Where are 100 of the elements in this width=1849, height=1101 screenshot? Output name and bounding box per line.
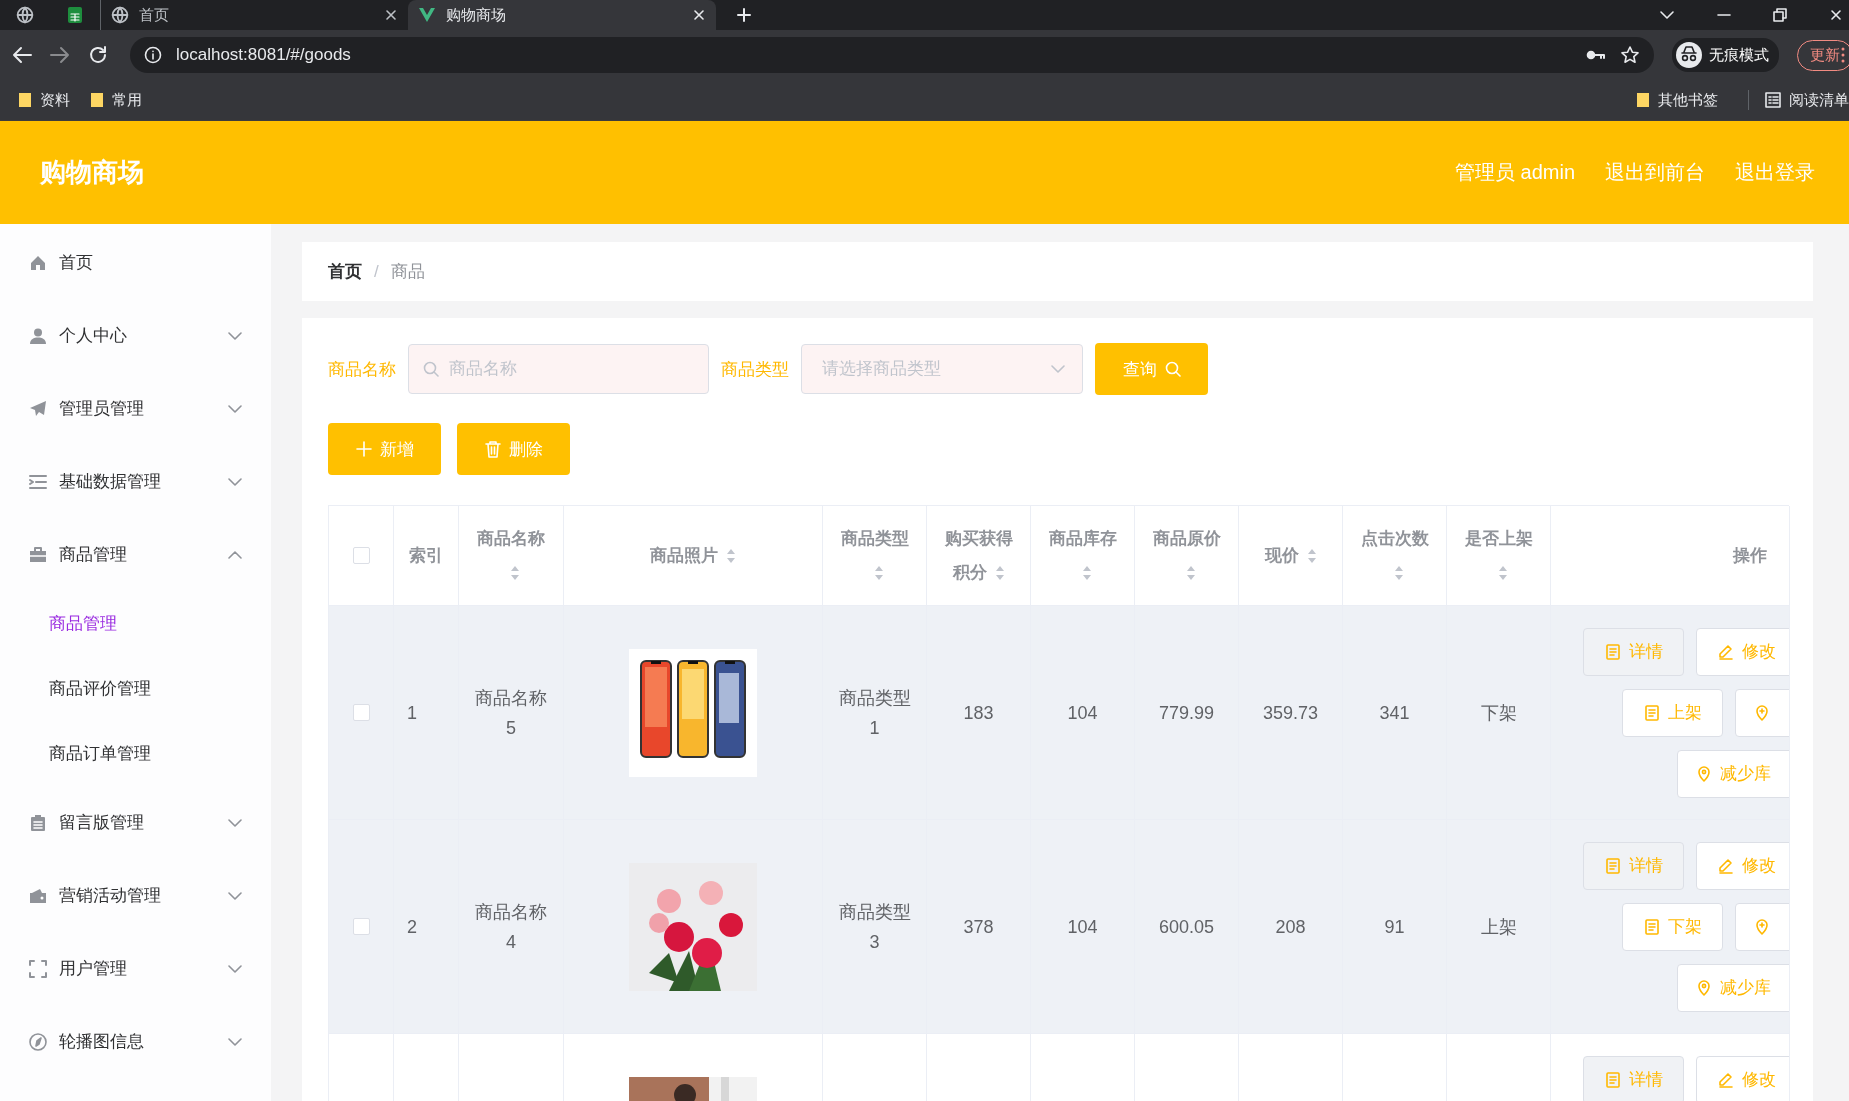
address-bar[interactable]: localhost:8081/#/goods (130, 37, 1654, 73)
trash-icon (484, 440, 501, 458)
search-button[interactable]: 查询 (1095, 343, 1208, 395)
chevron-down-icon (228, 404, 242, 413)
table-cell-text: 359.73 (1262, 701, 1319, 725)
column-header[interactable]: 商品库存 (1045, 521, 1120, 590)
chevron-down-icon (228, 964, 242, 973)
spreadsheet-icon (67, 6, 83, 24)
status-toggle-button[interactable]: 上架 (1622, 689, 1723, 737)
table-cell-text: 商品名称4 (474, 900, 548, 954)
reduce-stock-button[interactable]: 减少库 (1677, 750, 1789, 798)
incognito-button[interactable]: 无痕模式 (1672, 38, 1779, 72)
status-toggle-button[interactable]: 下架 (1622, 903, 1723, 951)
table-cell-text: 91 (1384, 915, 1405, 939)
row-checkbox[interactable] (352, 704, 370, 721)
chevron-down-icon (228, 818, 242, 827)
submenu-item[interactable]: 商品管理 (0, 591, 271, 656)
briefcase-icon (29, 545, 47, 564)
restore-icon[interactable] (1773, 8, 1787, 22)
detail-button[interactable]: 详情 (1583, 842, 1684, 890)
column-header[interactable]: 点击次数 (1357, 521, 1432, 590)
edit-button[interactable]: 修改 (1696, 1056, 1789, 1101)
header-link[interactable]: 退出登录 (1735, 159, 1815, 186)
plus-icon (355, 441, 372, 457)
select-field[interactable]: 请选择商品类型 (801, 344, 1083, 394)
edit-button[interactable]: 修改 (1696, 628, 1789, 676)
close-icon[interactable] (692, 8, 706, 22)
forward-icon[interactable] (50, 46, 70, 64)
filter-label: 商品类型 (721, 358, 789, 381)
pencil-icon (1717, 644, 1734, 660)
menu-item[interactable]: 用户管理 (0, 932, 271, 1005)
search-field[interactable]: 商品名称 (408, 344, 709, 394)
menu-item[interactable]: 营销活动管理 (0, 859, 271, 932)
detail-button[interactable]: 详情 (1583, 1056, 1684, 1101)
document-icon (1604, 858, 1621, 874)
document-icon (1643, 919, 1660, 935)
detail-button[interactable]: 详情 (1583, 628, 1684, 676)
wallet-icon (29, 886, 47, 905)
bookmark[interactable]: 常用 (90, 90, 156, 110)
chevron-down-icon (1051, 365, 1065, 373)
table-cell-text: 1 (407, 701, 417, 725)
breadcrumb-separator: / (374, 261, 379, 282)
chevron-up-icon (228, 550, 242, 559)
table-cell-text: 104 (1067, 701, 1098, 725)
menu-item[interactable]: 个人中心 (0, 299, 271, 372)
breadcrumb-link[interactable]: 商品 (390, 260, 425, 283)
chevron-down-icon (228, 331, 242, 340)
reading-list-button[interactable]: 阅读清单 (1765, 90, 1849, 110)
submenu-item[interactable]: 商品订单管理 (0, 721, 271, 786)
menu-item[interactable]: 管理员管理 (0, 372, 271, 445)
menu-item[interactable]: 基础数据管理 (0, 445, 271, 518)
chevron-down-icon (228, 1037, 242, 1046)
document-icon (1604, 1072, 1621, 1088)
new-tab-icon[interactable] (736, 7, 752, 23)
column-header[interactable]: 商品名称 (473, 521, 549, 590)
bookmark[interactable]: 资料 (18, 90, 84, 110)
chevron-down-icon[interactable] (1659, 10, 1675, 20)
more-icon[interactable] (1841, 47, 1845, 63)
menu-item[interactable]: 首页 (0, 226, 271, 299)
breadcrumb-link[interactable]: 首页 (328, 260, 362, 283)
column-header[interactable]: 商品原价 (1149, 521, 1224, 590)
bookmark-folder[interactable]: 其他书签 (1636, 90, 1732, 110)
column-header[interactable]: 现价 (1264, 538, 1317, 573)
key-icon[interactable] (1586, 49, 1606, 61)
info-icon (144, 46, 162, 64)
select-all-checkbox[interactable] (352, 547, 370, 564)
column-header[interactable]: 商品类型 (837, 521, 912, 590)
row-checkbox[interactable] (352, 918, 370, 935)
table-cell-text: 341 (1379, 701, 1410, 725)
column-header[interactable]: 是否上架 (1461, 521, 1536, 590)
add-button[interactable]: 新增 (328, 423, 441, 475)
browser-tab[interactable]: 购物商场 (408, 0, 716, 30)
menu-item[interactable]: 商品管理 (0, 518, 271, 591)
reload-icon[interactable] (88, 45, 108, 65)
column-header[interactable]: 购买获得积分 (941, 521, 1016, 590)
clipboard-icon (29, 813, 47, 832)
menu-item[interactable]: 留言版管理 (0, 786, 271, 859)
minimize-icon[interactable] (1717, 13, 1731, 17)
globe-icon (111, 6, 129, 24)
star-icon[interactable] (1620, 45, 1640, 65)
paper-plane-icon (29, 399, 47, 418)
globe-icon (16, 6, 34, 24)
submenu-item[interactable]: 商品评价管理 (0, 656, 271, 721)
back-icon[interactable] (12, 46, 32, 64)
table-cell-text: 商品名称5 (474, 686, 548, 740)
menu-item[interactable]: 轮播图信息 (0, 1005, 271, 1078)
table-cell-text: 378 (963, 915, 994, 939)
folder-icon (90, 92, 104, 108)
column-header: 索引 (409, 544, 443, 567)
close-icon[interactable] (1829, 8, 1843, 22)
table-cell-text: 208 (1275, 915, 1306, 939)
pin-icon (1696, 980, 1712, 996)
delete-button[interactable]: 删除 (457, 423, 570, 475)
column-header[interactable]: 商品照片 (650, 538, 736, 573)
table-cell-text: 104 (1067, 915, 1098, 939)
header-link[interactable]: 管理员 admin (1454, 159, 1575, 186)
reduce-stock-button[interactable]: 减少库 (1677, 964, 1789, 1012)
close-icon[interactable] (384, 8, 398, 22)
edit-button[interactable]: 修改 (1696, 842, 1789, 890)
header-link[interactable]: 退出到前台 (1605, 159, 1705, 186)
